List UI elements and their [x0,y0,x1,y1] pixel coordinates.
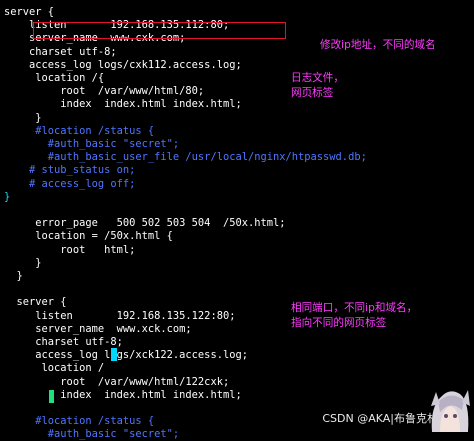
code-line: root html; [4,243,136,256]
code-line: server_name www.xck.com; [4,322,192,335]
code-line: location / [4,362,105,375]
anime-avatar-icon [431,390,470,432]
code-line: #location /status { [4,415,155,428]
code-line: } [4,190,11,203]
code-line: # stub_status on; [4,164,136,177]
code-line: index index.html index.html; [4,98,242,111]
code-line: root /var/www/html/80; [4,85,205,98]
code-line: location /{ [4,72,105,84]
code-line: charset utf-8; [4,336,123,348]
code-line: } [4,111,42,124]
code-line: #auth_basic "secret"; [4,138,180,150]
annotation-modify-ip: 修改ip地址，不同的域名 [320,39,436,51]
terminal-window[interactable]: server { listen 192.168.135.112:80; serv… [0,0,474,440]
code-line: charset utf-8; [4,45,117,58]
code-line: # access_log off; [4,177,136,190]
annotation-log-file: 日志文件， 网页标签 [291,72,344,99]
text-cursor [111,348,117,361]
code-line: access_log logs/xck122.access.log; [4,349,248,362]
code-line: } [4,256,42,269]
code-line: root /var/www/html/122cxk; [4,375,230,388]
code-line: #location /status { [4,124,155,137]
listen-highlight-box [33,22,286,39]
code-line: listen 192.168.135.122:80; [4,309,236,322]
annotation-same-port: 相同端口，不同ip和域名， 指向不同的网页标签 [291,302,418,329]
code-line: location = /50x.html { [4,230,173,243]
code-line: server { [4,6,55,18]
code-line: #auth_basic "secret"; [4,428,180,441]
code-line: index index.html index.html; [4,388,242,401]
code-line: server { [4,296,67,309]
code-line: error_page 500 502 503 504 /50x.html; [4,217,286,230]
brace-match-cursor [49,390,54,403]
code-line: #auth_basic_user_file /usr/local/nginx/h… [4,151,367,164]
code-line: } [4,270,23,282]
code-line: access_log logs/cxk112.access.log; [4,58,242,71]
